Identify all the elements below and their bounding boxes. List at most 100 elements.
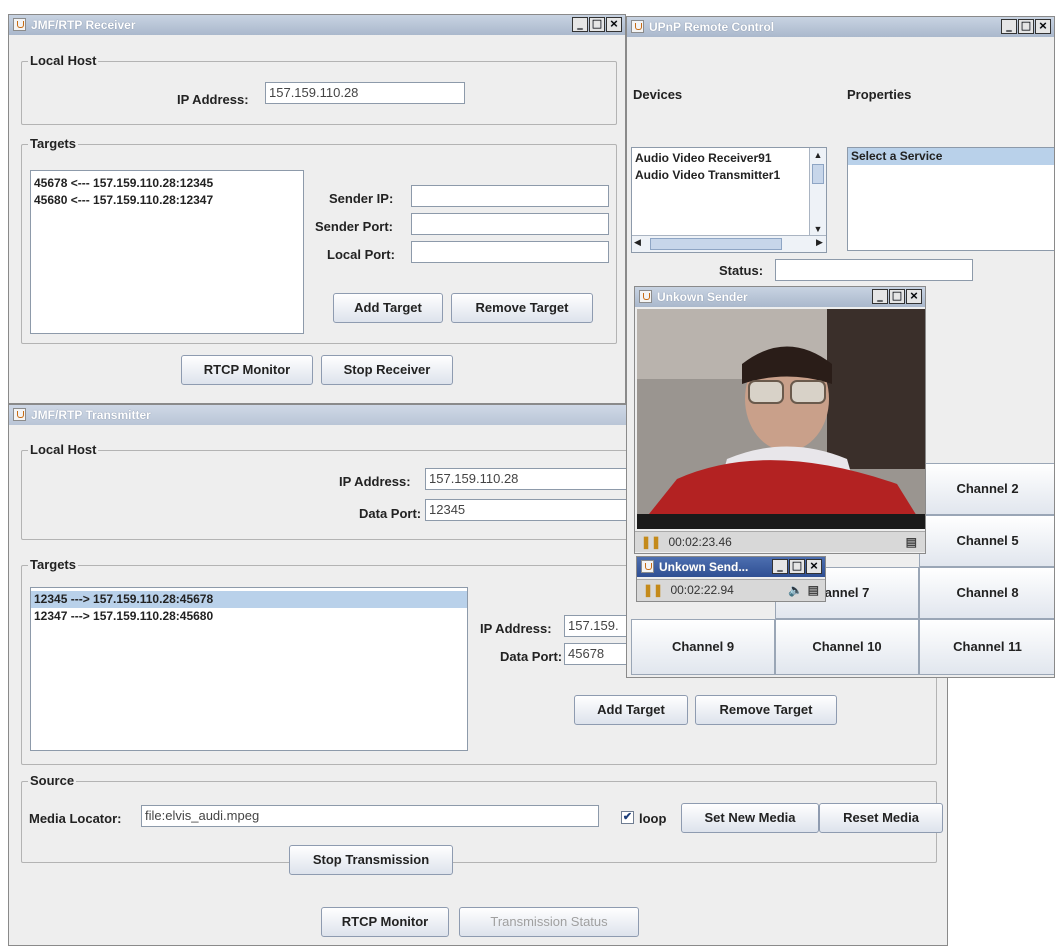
ip-address-field[interactable]: 157.159.110.28 [265, 82, 465, 104]
list-item[interactable]: 45678 <--- 157.159.110.28:12345 [31, 175, 303, 192]
channel-10-button[interactable]: Channel 10 [775, 619, 919, 675]
add-target-button[interactable]: Add Target [574, 695, 688, 725]
list-item[interactable]: 12347 ---> 157.159.110.28:45680 [31, 608, 467, 625]
properties-label: Properties [847, 87, 912, 102]
sender-port-field[interactable] [411, 213, 609, 235]
remove-target-button[interactable]: Remove Target [695, 695, 837, 725]
checkmark-icon: ✔ [622, 811, 633, 823]
maximize-button[interactable]: □ [889, 289, 905, 304]
ip-address-label: IP Address: [177, 92, 249, 107]
mini-player-control-bar[interactable]: ❚❚ 00:02:22.94 🔈 ▤ [637, 579, 825, 601]
scroll-right-icon[interactable]: ▶ [816, 237, 823, 248]
upnp-title: UPnP Remote Control [649, 20, 775, 34]
loop-checkbox[interactable]: ✔ [621, 811, 634, 824]
pause-icon[interactable]: ❚❚ [641, 532, 661, 552]
stop-receiver-button[interactable]: Stop Receiver [321, 355, 453, 385]
minimize-button[interactable]: _ [1001, 19, 1017, 34]
set-new-media-button[interactable]: Set New Media [681, 803, 819, 833]
mini-player-window: Unkown Send... _ □ × ❚❚ 00:02:22.94 🔈 ▤ [636, 556, 826, 602]
target-port-label: Data Port: [500, 649, 563, 664]
scroll-thumb[interactable] [812, 164, 824, 184]
receiver-title: JMF/RTP Receiver [31, 18, 136, 32]
reset-media-button[interactable]: Reset Media [819, 803, 943, 833]
player-control-bar[interactable]: ❚❚ 00:02:23.46 ▤ [635, 531, 925, 552]
film-icon[interactable]: ▤ [906, 532, 917, 552]
channel-8-button[interactable]: Channel 8 [919, 567, 1054, 619]
receiver-titlebar[interactable]: JMF/RTP Receiver _ □ × [9, 15, 625, 35]
media-locator-field[interactable]: file:elvis_audi.mpeg [141, 805, 599, 827]
video-frame [637, 309, 925, 529]
mini-player-title: Unkown Send... [659, 560, 749, 574]
minimize-button[interactable]: _ [772, 559, 788, 574]
service-list[interactable]: Select a Service [847, 147, 1054, 251]
remove-target-button[interactable]: Remove Target [451, 293, 593, 323]
pause-icon[interactable]: ❚❚ [643, 580, 663, 600]
receiver-window: JMF/RTP Receiver _ □ × Local Host IP Add… [8, 14, 626, 404]
list-item[interactable]: 45680 <--- 157.159.110.28:12347 [31, 192, 303, 209]
add-target-button[interactable]: Add Target [333, 293, 443, 323]
sender-ip-field[interactable] [411, 185, 609, 207]
maximize-button[interactable]: □ [589, 17, 605, 32]
film-icon[interactable]: ▤ [808, 580, 819, 600]
java-icon [13, 18, 26, 31]
ip-address-field[interactable]: 157.159.110.28 [425, 468, 645, 490]
group-label: Targets [28, 136, 78, 151]
minimize-button[interactable]: _ [572, 17, 588, 32]
stop-transmission-button[interactable]: Stop Transmission [289, 845, 453, 875]
group-label: Local Host [28, 53, 99, 68]
minimize-button[interactable]: _ [872, 289, 888, 304]
scroll-up-icon[interactable]: ▲ [810, 148, 826, 162]
group-label: Targets [28, 557, 78, 572]
channel-9-button[interactable]: Channel 9 [631, 619, 775, 675]
receiver-targets-list[interactable]: 45678 <--- 157.159.110.28:12345 45680 <-… [30, 170, 304, 334]
devices-label: Devices [633, 87, 683, 102]
media-locator-label: Media Locator: [29, 811, 122, 826]
volume-icon[interactable]: 🔈 [788, 580, 803, 600]
upnp-titlebar[interactable]: UPnP Remote Control _ □ × [627, 17, 1054, 37]
close-button[interactable]: × [1035, 19, 1051, 34]
sender-ip-label: Sender IP: [329, 191, 394, 206]
rtcp-monitor-button[interactable]: RTCP Monitor [181, 355, 313, 385]
transmission-status-button: Transmission Status [459, 907, 639, 937]
close-button[interactable]: × [606, 17, 622, 32]
player-titlebar[interactable]: Unkown Sender _ □ × [635, 287, 925, 307]
data-port-label: Data Port: [359, 506, 422, 521]
maximize-button[interactable]: □ [1018, 19, 1034, 34]
maximize-button[interactable]: □ [789, 559, 805, 574]
java-icon [641, 560, 654, 573]
local-port-field[interactable] [411, 241, 609, 263]
group-label: Local Host [28, 442, 99, 457]
loop-label: loop [639, 811, 667, 826]
scroll-thumb[interactable] [650, 238, 782, 250]
close-button[interactable]: × [806, 559, 822, 574]
player-title: Unkown Sender [657, 290, 748, 304]
java-icon [631, 20, 644, 33]
ip-address-label: IP Address: [339, 474, 411, 489]
channel-2-button[interactable]: Channel 2 [919, 463, 1054, 515]
scroll-down-icon[interactable]: ▼ [810, 222, 826, 236]
scroll-left-icon[interactable]: ◀ [634, 237, 641, 248]
close-button[interactable]: × [906, 289, 922, 304]
status-label: Status: [719, 263, 764, 278]
vertical-scrollbar[interactable]: ▲ ▼ [809, 148, 826, 236]
rtcp-monitor-button[interactable]: RTCP Monitor [321, 907, 449, 937]
mini-player-titlebar[interactable]: Unkown Send... _ □ × [637, 557, 825, 577]
list-item[interactable]: 12345 ---> 157.159.110.28:45678 [31, 591, 467, 608]
list-item[interactable]: Select a Service [848, 148, 1054, 165]
video-image [637, 309, 925, 529]
list-item[interactable]: Audio Video Receiver91 [632, 150, 826, 167]
mini-player-time: 00:02:22.94 [670, 583, 734, 597]
list-item[interactable]: Audio Video Transmitter1 [632, 167, 826, 184]
transmitter-targets-list[interactable]: 12345 ---> 157.159.110.28:45678 12347 --… [30, 587, 468, 751]
devices-list[interactable]: Audio Video Receiver91 Audio Video Trans… [631, 147, 827, 253]
data-port-field[interactable]: 12345 [425, 499, 645, 521]
java-icon [639, 290, 652, 303]
channel-11-button[interactable]: Channel 11 [919, 619, 1054, 675]
channel-5-button[interactable]: Channel 5 [919, 515, 1054, 567]
player-time: 00:02:23.46 [668, 535, 732, 549]
horizontal-scrollbar[interactable]: ◀ ▶ [632, 235, 826, 252]
local-port-label: Local Port: [327, 247, 395, 262]
group-label: Source [28, 773, 77, 788]
target-ip-label: IP Address: [480, 621, 552, 636]
transmitter-title: JMF/RTP Transmitter [31, 408, 151, 422]
